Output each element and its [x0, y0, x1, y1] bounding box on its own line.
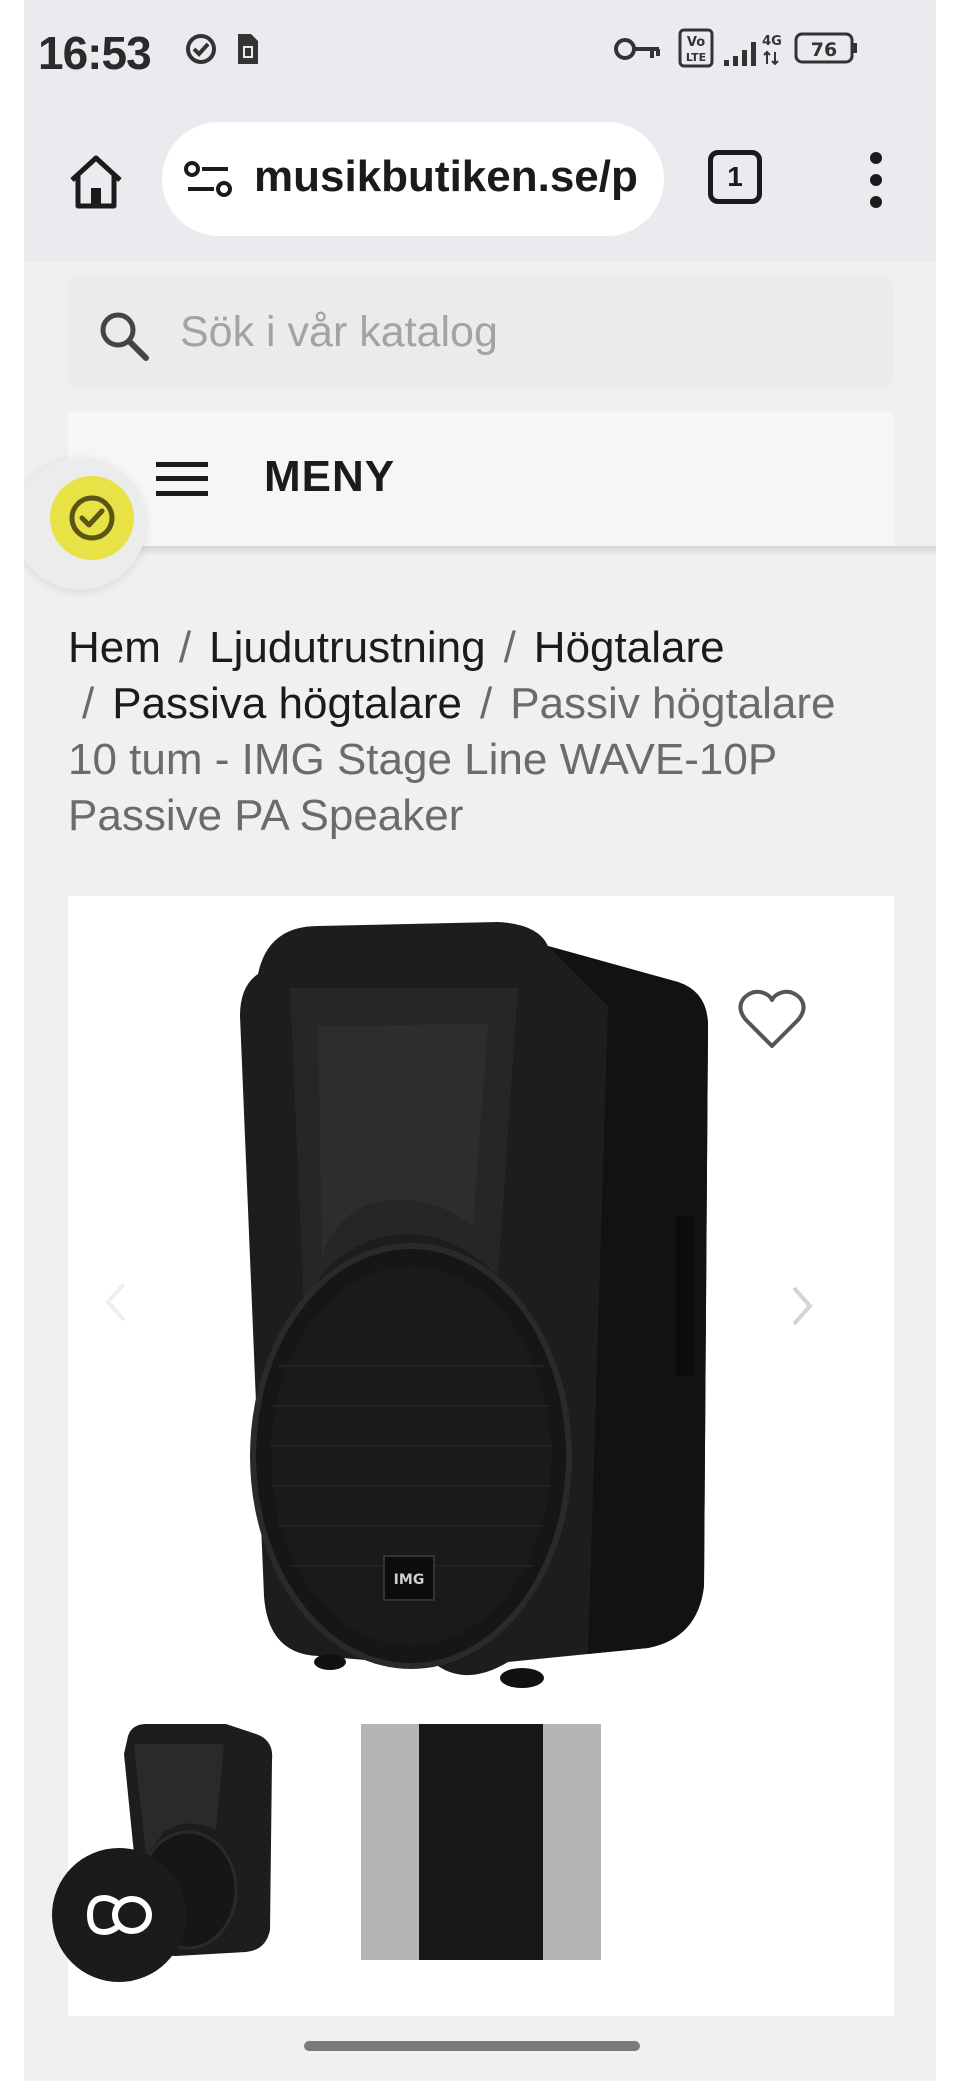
chat-logo-icon: [86, 1894, 152, 1936]
more-vert-icon[interactable]: [864, 150, 888, 210]
breadcrumb: Hem / Ljudutrustning / Högtalare / Passiva hög…: [68, 620, 894, 844]
browser-toolbar: musikbutiken.se/p 1: [24, 100, 936, 262]
svg-text:Vo: Vo: [687, 35, 705, 50]
breadcrumb-ljudutrustning[interactable]: Ljudutrustning: [209, 623, 485, 672]
tabs-button[interactable]: 1: [708, 150, 762, 204]
site-settings-icon[interactable]: [184, 160, 232, 203]
sim-icon: [234, 32, 260, 71]
battery-level: 76: [811, 39, 837, 61]
url-text: musikbutiken.se/p: [254, 152, 638, 201]
menu-button[interactable]: MENY: [68, 412, 894, 548]
menu-divider: [24, 546, 936, 556]
gallery-next-arrow-icon[interactable]: [790, 1284, 814, 1333]
breadcrumb-separator: /: [178, 623, 192, 672]
favorite-heart-icon[interactable]: [736, 988, 808, 1057]
phone-screen: 16:53 Vo LTE 4G 76 musikbutiken.se/p 1 S…: [24, 0, 936, 2081]
search-placeholder: Sök i vår katalog: [180, 308, 498, 356]
breadcrumb-home[interactable]: Hem: [68, 623, 161, 672]
signal-icon: 4G: [722, 30, 786, 75]
battery-icon: 76: [794, 30, 860, 71]
search-icon: [96, 308, 152, 369]
breadcrumb-hogtalare[interactable]: Högtalare: [534, 623, 725, 672]
breadcrumb-separator: /: [82, 679, 95, 728]
gallery-prev-arrow-icon[interactable]: [104, 1280, 128, 1329]
trust-badge[interactable]: [50, 476, 134, 560]
breadcrumb-passiva-hogtalare[interactable]: Passiva högtalare: [112, 679, 462, 728]
home-icon: [70, 155, 122, 209]
status-bar: 16:53 Vo LTE 4G 76: [24, 0, 936, 100]
key-icon: [614, 34, 662, 69]
gesture-nav-bar[interactable]: [304, 2041, 640, 2051]
search-input[interactable]: Sök i vår katalog: [68, 276, 894, 388]
svg-text:LTE: LTE: [686, 51, 706, 64]
menu-label: MENY: [264, 452, 396, 501]
check-circle-icon: [184, 32, 218, 71]
speaker-back-panel: [419, 1724, 543, 1960]
chat-button[interactable]: [52, 1848, 186, 1982]
home-button[interactable]: [64, 150, 128, 214]
volte-icon: Vo LTE: [678, 28, 714, 73]
network-type: 4G: [762, 34, 782, 49]
hamburger-icon: [156, 462, 208, 496]
address-bar[interactable]: musikbutiken.se/p: [162, 122, 664, 236]
brand-logo: IMG: [394, 1572, 425, 1588]
status-time: 16:53: [38, 27, 152, 79]
breadcrumb-separator: /: [503, 623, 516, 672]
check-badge-icon: [69, 495, 115, 541]
thumbnail-back[interactable]: [361, 1724, 601, 1960]
breadcrumb-separator: /: [480, 679, 493, 728]
